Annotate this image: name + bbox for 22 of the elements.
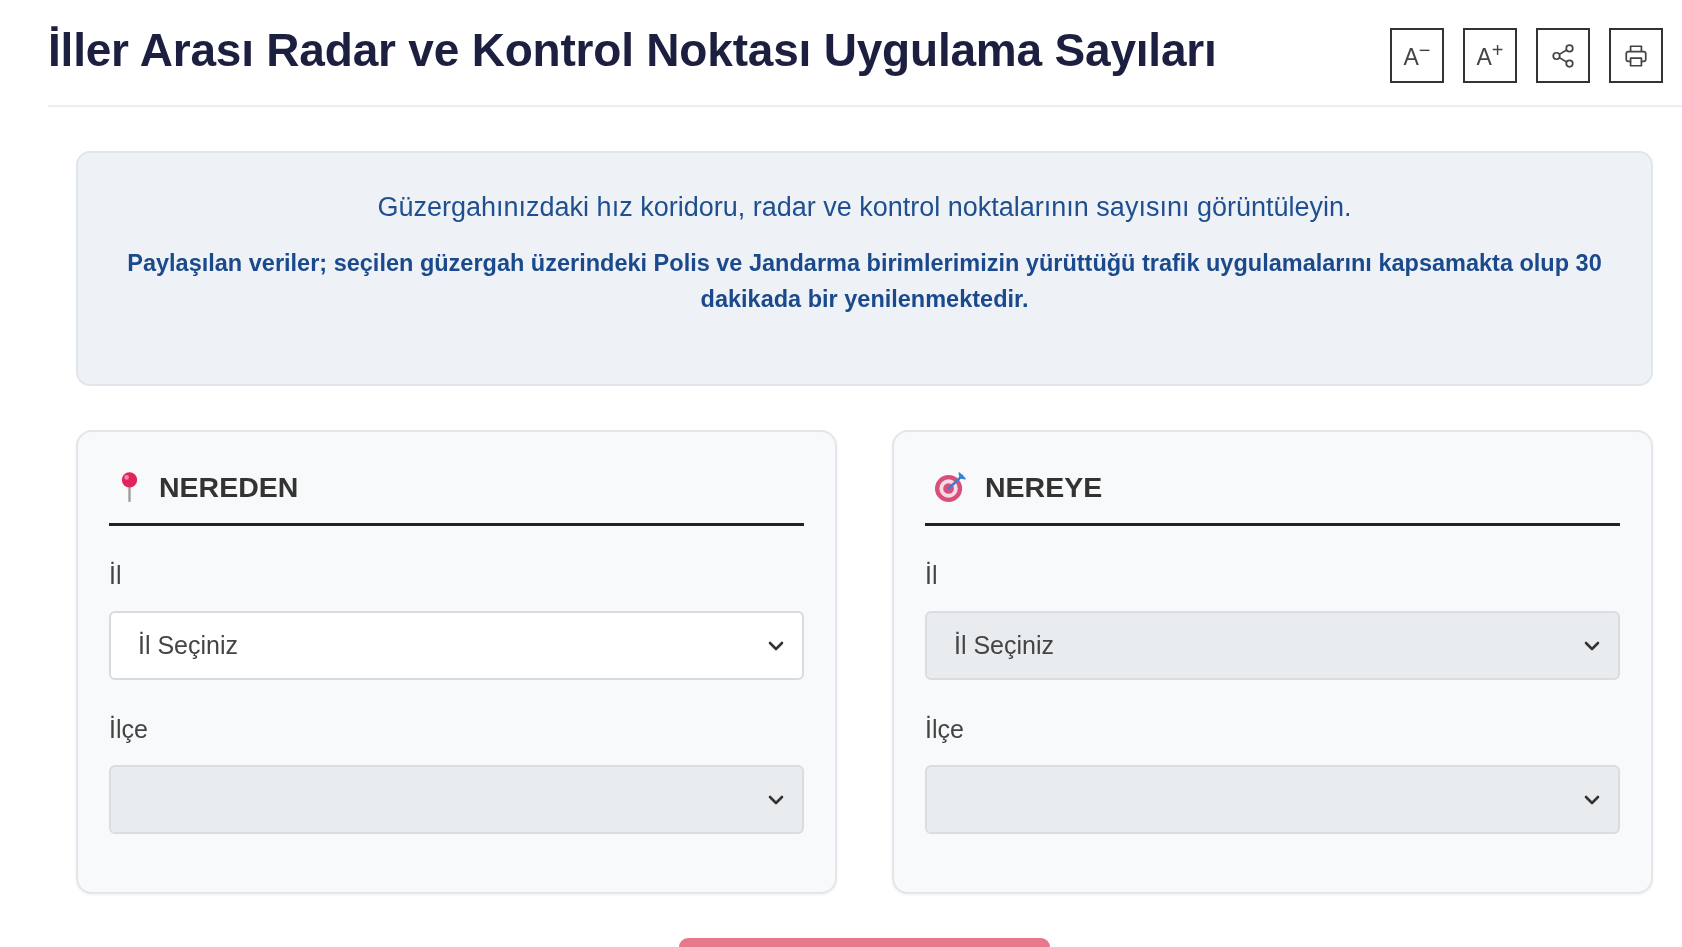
info-note: Paylaşılan veriler; seçilen güzergah üzerindeki Polis ve Jandarma birimlerimizin yürüttüğü trafik uygulamalarını kapsamakta olup 30 dakikada bir yenilenmektedir. — [126, 249, 1603, 314]
panel-title: NEREYE — [985, 470, 1103, 505]
chevron-down-icon — [768, 794, 784, 805]
page-title: İller Arası Radar ve Kontrol Noktası Uygulama Sayıları — [48, 22, 1217, 77]
field-label: İl — [925, 560, 939, 590]
font-size-button[interactable]: A$^{−}$ — [1390, 28, 1444, 83]
share-icon — [1550, 42, 1576, 69]
chevron-down-icon — [768, 640, 784, 651]
info-text: Güzergahınızdaki hız koridoru, radar ve kontrol noktalarının sayısını görüntüleyin. — [376, 191, 1353, 224]
field-label: İl — [109, 560, 123, 590]
action-button[interactable] — [679, 938, 1050, 947]
field-label: İlçe — [109, 714, 149, 744]
print-button[interactable] — [1609, 28, 1663, 83]
font-size-button[interactable]: A$^{+}$ — [1463, 28, 1517, 83]
chevron-down-icon — [1584, 794, 1600, 805]
printer-icon — [1623, 42, 1649, 69]
chevron-down-icon — [1584, 640, 1600, 651]
field-label: İlçe — [925, 714, 965, 744]
target-icon — [934, 471, 967, 503]
share-button[interactable] — [1536, 28, 1590, 83]
panel-title: NEREDEN — [159, 470, 299, 505]
province-dropdown[interactable]: İl Seçiniz — [109, 611, 804, 680]
